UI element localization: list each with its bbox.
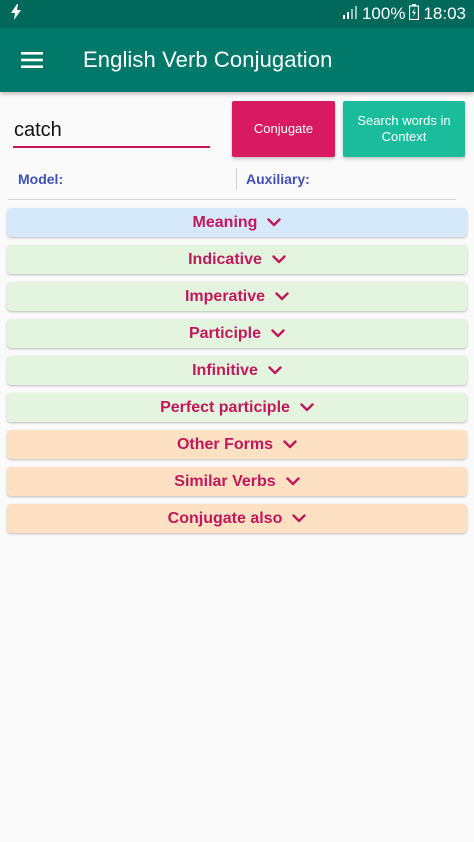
battery-icon — [409, 3, 420, 25]
section-label: Infinitive — [192, 361, 258, 379]
conjugate-button[interactable]: Conjugate — [232, 101, 335, 157]
section-label: Perfect participle — [160, 398, 290, 416]
section-label: Similar Verbs — [174, 472, 276, 490]
chevron-down-icon — [292, 514, 307, 523]
section-meaning[interactable]: Meaning — [7, 208, 467, 237]
section-infinitive[interactable]: Infinitive — [7, 356, 467, 385]
signal-icon — [342, 4, 358, 24]
search-in-context-button[interactable]: Search words in Context — [343, 101, 465, 157]
section-participle[interactable]: Participle — [7, 319, 467, 348]
chevron-down-icon — [267, 218, 282, 227]
verb-input[interactable] — [13, 114, 210, 148]
section-perfect-participle[interactable]: Perfect participle — [7, 393, 467, 422]
chevron-down-icon — [275, 292, 289, 301]
section-label: Indicative — [188, 250, 262, 268]
divider — [236, 168, 237, 190]
section-similar-verbs[interactable]: Similar Verbs — [7, 467, 467, 496]
section-other-forms[interactable]: Other Forms — [7, 430, 467, 459]
page-title: English Verb Conjugation — [83, 47, 333, 72]
section-imperative[interactable]: Imperative — [7, 282, 467, 311]
section-label: Participle — [188, 324, 262, 342]
clock: 18:03 — [423, 4, 466, 23]
section-indicative[interactable]: Indicative — [7, 245, 467, 274]
hamburger-menu-icon[interactable] — [0, 28, 64, 92]
section-label: Conjugate also — [167, 509, 283, 527]
chevron-down-icon — [300, 403, 314, 412]
model-label: Model: — [18, 171, 64, 187]
chevron-down-icon — [271, 329, 285, 338]
app-bar: English Verb Conjugation — [0, 28, 474, 92]
battery-percent: 100% — [361, 4, 406, 23]
section-label: Other Forms — [176, 435, 273, 453]
status-bar: 100% 18:03 — [0, 0, 474, 28]
section-label: Meaning — [192, 213, 258, 231]
section-label: Imperative — [184, 287, 266, 305]
section-conjugate-also[interactable]: Conjugate also — [7, 504, 467, 533]
chevron-down-icon — [268, 366, 282, 375]
chevron-down-icon — [285, 477, 300, 486]
chevron-down-icon — [283, 440, 297, 449]
info-row: Model: Auxiliary: — [8, 166, 456, 200]
flash-icon — [10, 3, 22, 25]
auxiliary-label: Auxiliary: — [246, 171, 310, 187]
chevron-down-icon — [272, 255, 286, 264]
